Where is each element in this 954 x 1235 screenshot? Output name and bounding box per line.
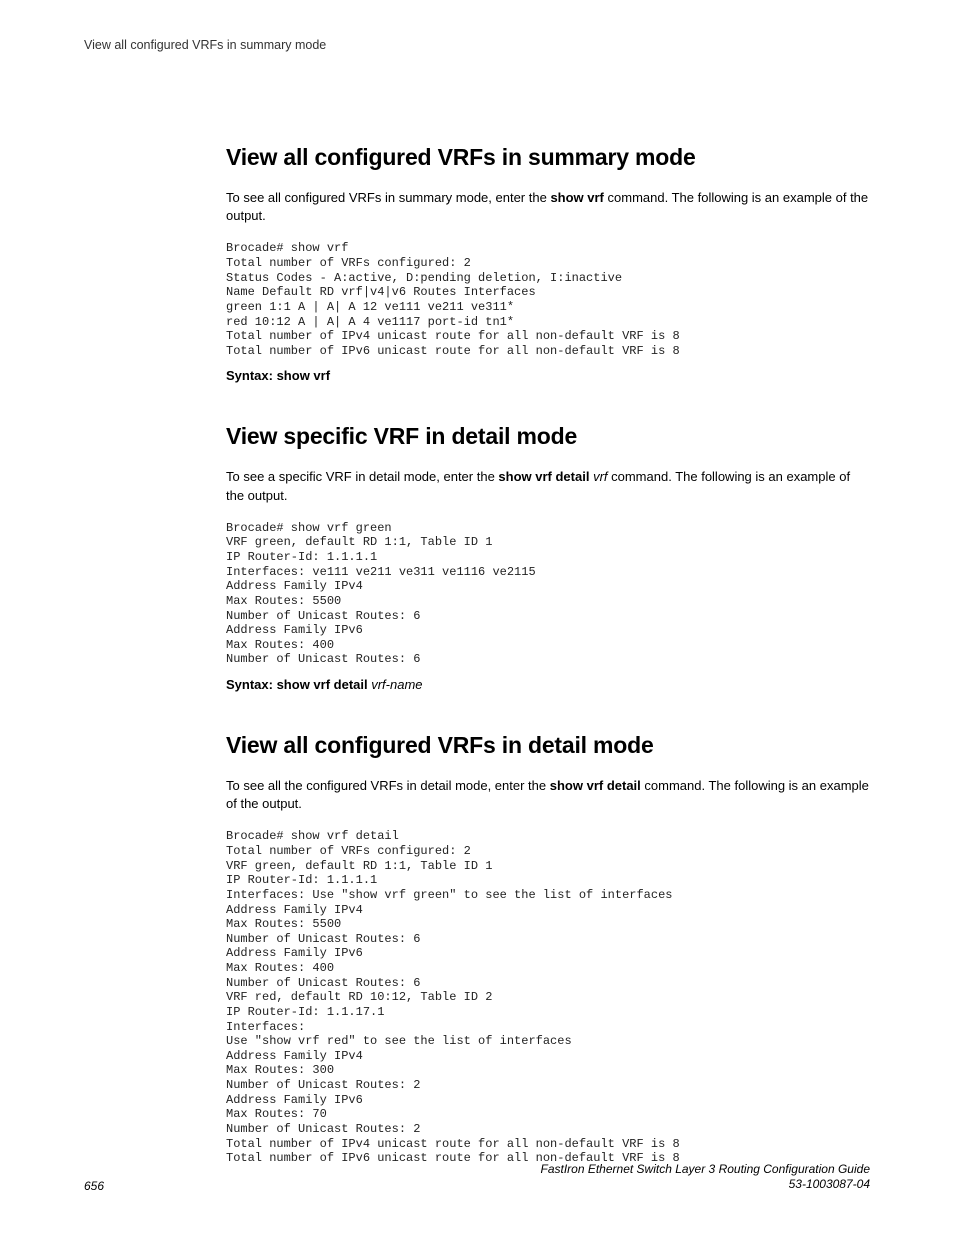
section-intro-1: To see all configured VRFs in summary mo…	[226, 189, 870, 225]
code-block-1: Brocade# show vrf Total number of VRFs c…	[226, 241, 870, 358]
page-footer: 656 FastIron Ethernet Switch Layer 3 Rou…	[84, 1162, 870, 1193]
intro-command: show vrf detail	[550, 778, 641, 793]
syntax-command: show vrf	[277, 368, 330, 383]
intro-command: show vrf detail	[498, 469, 589, 484]
content-body: View all configured VRFs in summary mode…	[226, 144, 870, 1166]
intro-text: To see a specific VRF in detail mode, en…	[226, 469, 498, 484]
syntax-line-1: Syntax: show vrf	[226, 368, 870, 383]
intro-text: To see all configured VRFs in summary mo…	[226, 190, 550, 205]
page-number: 656	[84, 1179, 104, 1193]
syntax-command: show vrf detail	[277, 677, 368, 692]
syntax-label: Syntax:	[226, 368, 277, 383]
section-heading-3: View all configured VRFs in detail mode	[226, 732, 870, 759]
section-heading-2: View specific VRF in detail mode	[226, 423, 870, 450]
syntax-line-2: Syntax: show vrf detail vrf-name	[226, 677, 870, 692]
footer-doc-number: 53-1003087-04	[540, 1177, 870, 1193]
intro-text: To see all the configured VRFs in detail…	[226, 778, 550, 793]
footer-doc-info: FastIron Ethernet Switch Layer 3 Routing…	[540, 1162, 870, 1193]
syntax-arg: vrf-name	[368, 677, 423, 692]
running-header: View all configured VRFs in summary mode	[84, 38, 870, 52]
code-block-3: Brocade# show vrf detail Total number of…	[226, 829, 870, 1165]
footer-doc-title: FastIron Ethernet Switch Layer 3 Routing…	[540, 1162, 870, 1178]
section-intro-3: To see all the configured VRFs in detail…	[226, 777, 870, 813]
section-intro-2: To see a specific VRF in detail mode, en…	[226, 468, 870, 504]
page: View all configured VRFs in summary mode…	[0, 0, 954, 1235]
section-heading-1: View all configured VRFs in summary mode	[226, 144, 870, 171]
intro-arg: vrf	[589, 469, 607, 484]
intro-command: show vrf	[550, 190, 603, 205]
code-block-2: Brocade# show vrf green VRF green, defau…	[226, 521, 870, 667]
syntax-label: Syntax:	[226, 677, 277, 692]
